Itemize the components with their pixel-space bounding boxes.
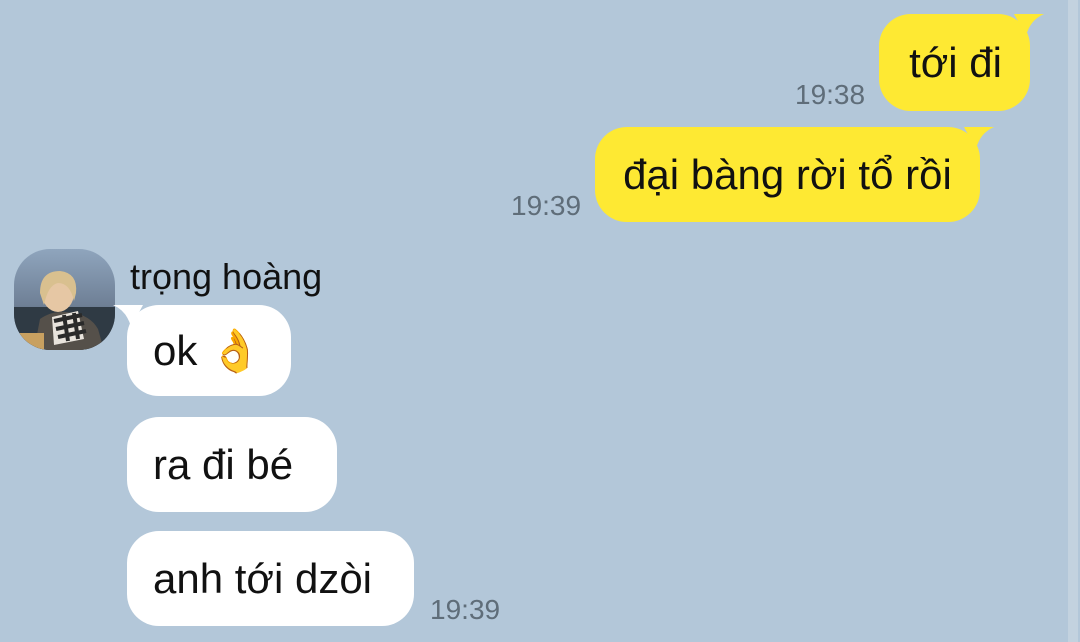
bubble-tail (1013, 14, 1044, 36)
message-row-incoming: ok 👌 (113, 305, 292, 396)
bubble-tail (113, 305, 143, 327)
message-row-incoming: anh tới dzòi 19:39 (127, 531, 500, 626)
chat-area: 19:38 tới đi 19:39 đại bàng rời tổ rồi t… (0, 0, 1080, 642)
message-time: 19:38 (795, 79, 866, 110)
scrollbar[interactable] (1068, 0, 1078, 642)
message-text: đại bàng rời tổ rồi (623, 151, 952, 198)
message-row-outgoing: 19:38 tới đi (795, 14, 1044, 111)
message-text: anh tới dzòi (153, 555, 373, 602)
message-text: ok 👌 (153, 327, 262, 374)
bubble-tail (963, 127, 994, 149)
message-row-outgoing: 19:39 đại bàng rời tổ rồi (511, 127, 994, 222)
message-bubble-incoming[interactable]: ra đi bé (127, 417, 338, 512)
message-row-incoming: ra đi bé (127, 417, 338, 512)
profile-photo (14, 249, 115, 350)
message-text: ra đi bé (153, 441, 294, 488)
message-bubble-outgoing[interactable]: đại bàng rời tổ rồi (595, 127, 994, 222)
message-text: tới đi (909, 39, 1002, 86)
sender-name[interactable]: trọng hoàng (130, 256, 322, 298)
avatar[interactable] (14, 249, 115, 350)
message-time: 19:39 (430, 594, 501, 625)
message-bubble-incoming[interactable]: anh tới dzòi (127, 531, 415, 626)
message-time: 19:39 (511, 190, 582, 221)
message-bubble-outgoing[interactable]: tới đi (879, 14, 1044, 111)
message-bubble-incoming[interactable]: ok 👌 (113, 305, 292, 396)
